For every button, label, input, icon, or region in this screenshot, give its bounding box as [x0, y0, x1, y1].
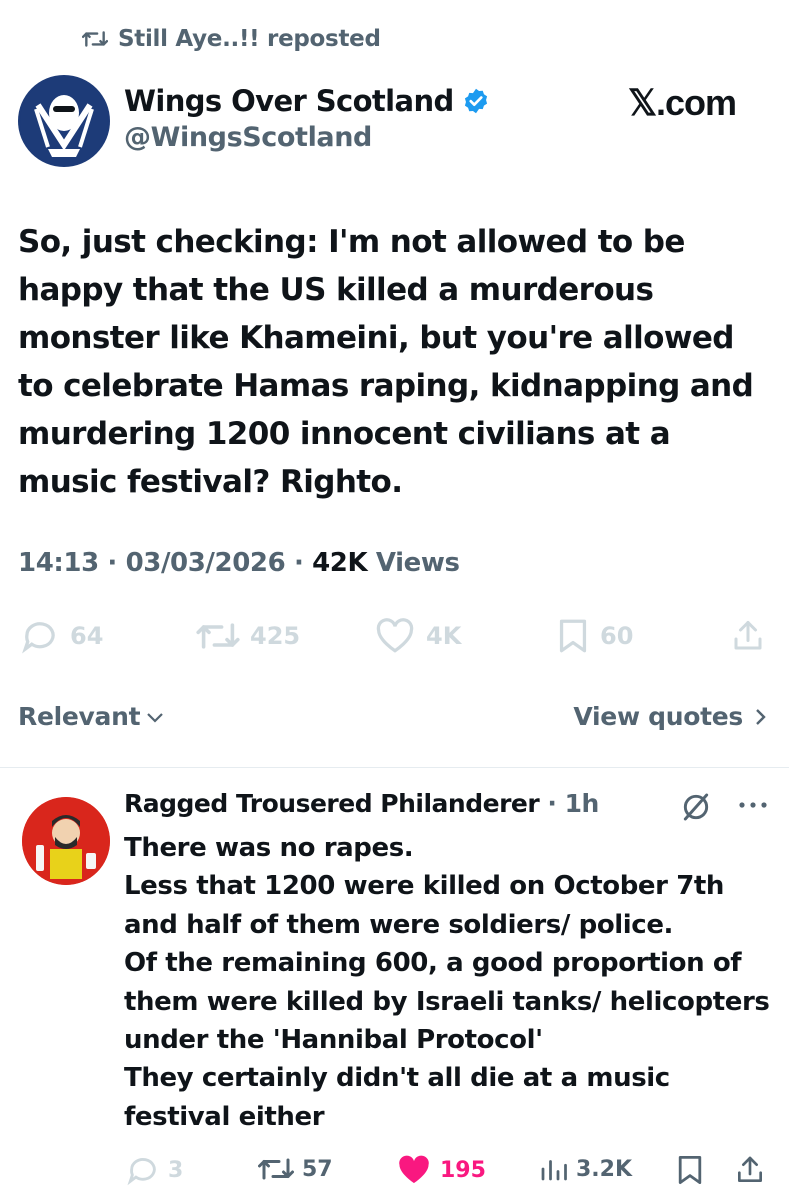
reply-icon [126, 1154, 160, 1186]
meta-separator: · [293, 548, 304, 578]
repost-count: 425 [250, 622, 301, 650]
heart-icon [374, 618, 416, 654]
reply-line: Of the remaining 600, a good proportion … [124, 948, 770, 1056]
sort-dropdown[interactable]: Relevant [18, 702, 164, 731]
share-icon [734, 1154, 766, 1186]
reply-views-count: 3.2K [576, 1156, 633, 1182]
repost-label: Still Aye..!! reposted [118, 26, 381, 52]
tweet-time[interactable]: 14:13 [18, 548, 99, 578]
sort-label: Relevant [18, 702, 141, 731]
reply-icon [20, 618, 60, 654]
reply-like-button[interactable]: 195 [396, 1154, 486, 1186]
bookmark-count: 60 [600, 622, 634, 650]
view-quotes-link[interactable]: View quotes [573, 702, 767, 731]
bookmark-icon [676, 1154, 704, 1186]
author-name[interactable]: Wings Over Scotland [124, 84, 490, 118]
reply-like-count: 195 [440, 1157, 486, 1183]
x-watermark: 𝕏.com [628, 82, 737, 123]
author-name-text: Wings Over Scotland [124, 84, 454, 118]
reply-share-button[interactable] [734, 1154, 766, 1186]
tweet-meta: 14:13 · 03/03/2026 · 42K Views [18, 548, 460, 578]
divider [0, 767, 789, 768]
like-button[interactable]: 4K [374, 618, 461, 654]
reply-line: Less that 1200 were killed on October 7t… [124, 871, 725, 940]
more-options-icon[interactable] [736, 791, 770, 819]
repost-icon [196, 618, 240, 654]
repost-icon [82, 28, 108, 50]
repost-button[interactable]: 425 [196, 618, 300, 654]
reply-line: They certainly didn't all die at a music… [124, 1063, 670, 1132]
tweet-date[interactable]: 03/03/2026 [126, 548, 286, 578]
view-quotes-label: View quotes [573, 702, 743, 731]
reply-count: 64 [70, 622, 104, 650]
heart-filled-icon [396, 1154, 432, 1186]
views-label: Views [375, 548, 460, 578]
like-count: 4K [426, 622, 462, 650]
reply-separator: · [547, 789, 557, 818]
share-icon [730, 618, 766, 654]
grok-icon[interactable] [680, 791, 712, 823]
author-handle[interactable]: @WingsScotland [124, 122, 372, 153]
reply-button[interactable]: 64 [20, 618, 103, 654]
reply-time[interactable]: 1h [565, 789, 600, 818]
views-count: 42K [312, 548, 368, 578]
tweet-text: So, just checking: I'm not allowed to be… [18, 224, 754, 500]
reply-line: There was no rapes. [124, 833, 414, 863]
chevron-right-icon [753, 707, 767, 727]
share-button[interactable] [730, 618, 766, 654]
reply-bookmark-button[interactable] [676, 1154, 704, 1186]
reply-header: Ragged Trousered Philanderer · 1h [124, 789, 599, 818]
reply-views-button[interactable]: 3.2K [538, 1154, 632, 1184]
bookmark-button[interactable]: 60 [556, 618, 633, 654]
verified-badge-icon [462, 87, 490, 115]
bookmark-icon [556, 618, 590, 654]
meta-separator: · [107, 548, 117, 578]
reply-repost-count: 57 [302, 1156, 333, 1182]
analytics-icon [538, 1154, 568, 1184]
reply-avatar[interactable] [22, 797, 110, 885]
repost-icon [258, 1154, 294, 1184]
repost-indicator[interactable]: Still Aye..!! reposted [82, 26, 381, 52]
reply-reply-count: 3 [168, 1157, 184, 1183]
avatar[interactable] [18, 75, 110, 167]
reply-text: There was no rapes. Less that 1200 were … [124, 829, 774, 1136]
reply-repost-button[interactable]: 57 [258, 1154, 333, 1184]
chevron-down-icon [146, 710, 164, 724]
reply-reply-button[interactable]: 3 [126, 1154, 183, 1186]
reply-author-name[interactable]: Ragged Trousered Philanderer [124, 789, 540, 818]
